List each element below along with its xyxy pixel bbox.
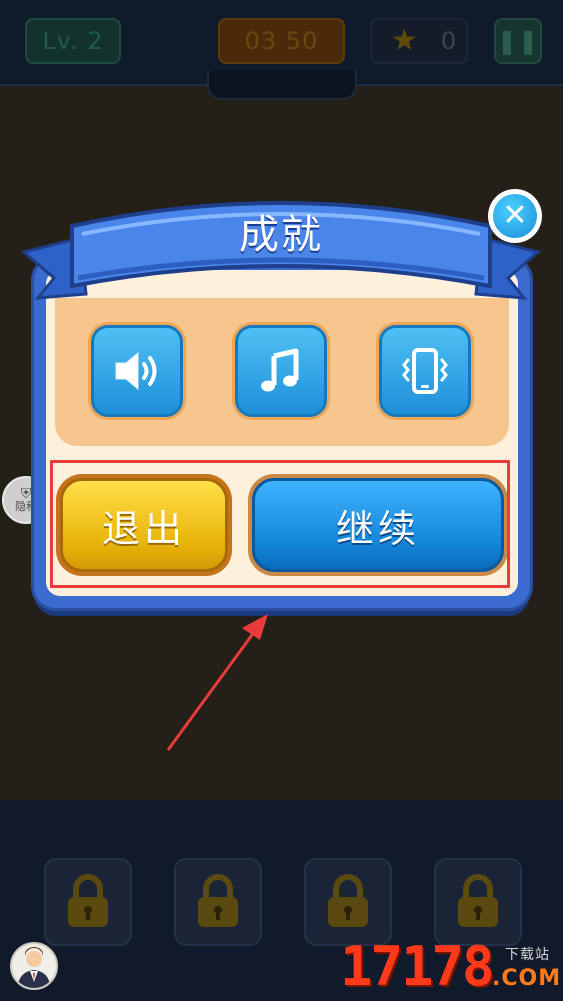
lock-icon <box>458 874 498 927</box>
star-counter: ★ 0 <box>370 18 468 64</box>
avatar-icon <box>18 947 50 988</box>
lock-icon <box>68 874 108 927</box>
sound-toggle-button[interactable] <box>88 322 186 420</box>
vibrate-icon <box>402 348 448 394</box>
close-icon: ✕ <box>502 198 528 233</box>
vibrate-toggle-button[interactable] <box>376 322 474 420</box>
speaker-icon <box>115 351 157 391</box>
star-count: 0 <box>440 27 458 55</box>
watermark-domain: .COM <box>492 966 562 991</box>
shield-icon: ⛨ <box>20 486 32 502</box>
music-toggle-button[interactable] <box>232 322 330 420</box>
timer-display: 03 50 <box>218 18 345 64</box>
pause-button[interactable]: ❚❚ <box>494 18 542 64</box>
watermark-subtitle: 下载站 <box>505 947 550 963</box>
pause-icon: ❚❚ <box>496 27 540 55</box>
highlight-box <box>50 460 510 588</box>
level-indicator: Lv. 2 <box>25 18 121 64</box>
music-note-icon <box>261 348 299 392</box>
locked-level-tile[interactable] <box>304 858 392 946</box>
lock-icon <box>328 874 368 927</box>
locked-level-tile[interactable] <box>434 858 522 946</box>
avatar[interactable] <box>10 942 58 990</box>
timer-value: 03 50 <box>244 27 319 55</box>
watermark-logo: 17178 <box>340 935 495 998</box>
lock-icon <box>198 874 238 927</box>
star-icon: ★ <box>390 23 419 58</box>
top-bar-tab <box>207 70 357 100</box>
locked-level-tile[interactable] <box>174 858 262 946</box>
dialog-title: 成就 <box>239 212 323 258</box>
annotation-arrow-icon <box>166 614 268 751</box>
close-button[interactable]: ✕ <box>488 189 542 243</box>
level-label: Lv. 2 <box>42 27 104 55</box>
locked-level-tile[interactable] <box>44 858 132 946</box>
